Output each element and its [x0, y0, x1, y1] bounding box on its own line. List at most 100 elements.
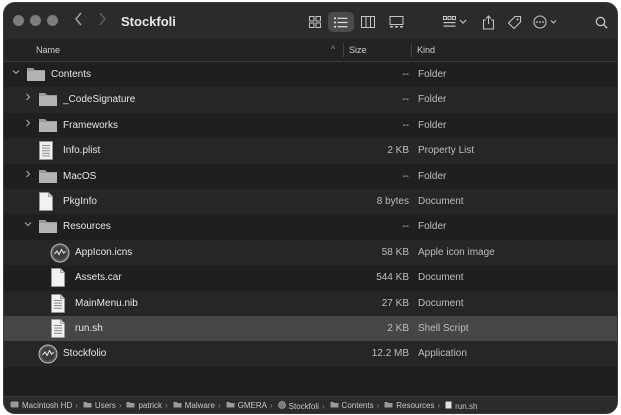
file-name: MacOS [63, 170, 97, 182]
column-view-button[interactable] [358, 12, 378, 32]
path-segment[interactable]: Resources › [384, 401, 440, 410]
path-segment-label: Macintosh HD [22, 401, 73, 410]
file-size: -- [402, 69, 409, 80]
file-row[interactable]: Assets.car 544 KB Document [4, 265, 617, 290]
folder-icon [38, 217, 58, 237]
back-button[interactable] [74, 10, 84, 33]
file-kind: Document [418, 297, 464, 309]
file-size: -- [402, 170, 409, 182]
file-row[interactable]: run.sh 2 KB Shell Script [4, 315, 617, 342]
forward-button[interactable] [97, 10, 107, 33]
path-segment[interactable]: Macintosh HD › [10, 401, 78, 410]
minimize-window-button[interactable] [30, 15, 41, 26]
document-icon [38, 192, 54, 214]
disclosure-open-icon[interactable] [24, 220, 32, 231]
folder-icon [384, 401, 393, 410]
path-separator-icon: › [321, 401, 325, 411]
file-kind: Document [418, 195, 464, 207]
chevron-right-icon [99, 12, 107, 26]
icon-view-button[interactable] [305, 12, 325, 32]
kind-column-header[interactable]: Kind [417, 45, 435, 55]
file-size: -- [402, 94, 409, 106]
file-row[interactable]: MainMenu.nib 27 KB Document [4, 290, 617, 316]
document-icon [445, 401, 452, 411]
share-button[interactable] [479, 12, 497, 32]
gallery-view-icon [389, 16, 403, 28]
file-kind: Application [418, 348, 467, 360]
column-divider[interactable] [343, 43, 344, 57]
disclosure-closed-icon[interactable] [24, 93, 32, 104]
path-separator-icon: › [217, 401, 221, 410]
list-view-button[interactable] [328, 12, 354, 32]
close-window-button[interactable] [13, 15, 24, 26]
sort-ascending-icon[interactable]: ^ [331, 44, 335, 54]
app-icon [38, 344, 58, 367]
file-size: 2 KB [387, 145, 409, 157]
disclosure-open-icon[interactable] [12, 68, 20, 79]
path-segment[interactable]: Malware › [173, 401, 221, 410]
file-row[interactable]: _CodeSignature -- Folder [4, 87, 617, 113]
path-bar: Macintosh HD › Users › patrick › Malware › GMERA… [4, 396, 617, 413]
more-actions-button[interactable] [532, 12, 562, 32]
folder-icon [226, 401, 235, 410]
finder-window: Stockfoli Name ^ Size Kind Contents -- F… [4, 3, 617, 413]
path-segment-label: Stockfoli [288, 401, 319, 411]
path-segment[interactable]: Stockfoli › [277, 401, 325, 411]
path-segment[interactable]: Users › [83, 401, 122, 410]
disk-icon [10, 401, 19, 410]
path-segment[interactable]: run.sh [445, 401, 477, 411]
file-row[interactable]: Resources -- Folder [4, 214, 617, 239]
file-name: Stockfolio [63, 348, 107, 360]
file-row[interactable]: Frameworks -- Folder [4, 113, 617, 138]
file-row[interactable]: Stockfolio 12.2 MB Application [4, 341, 617, 367]
file-size: 2 KB [387, 322, 409, 334]
window-title: Stockfoli [121, 14, 176, 29]
column-view-icon [361, 16, 375, 28]
gallery-view-button[interactable] [385, 12, 407, 32]
size-column-header[interactable]: Size [349, 45, 367, 55]
folder-icon [38, 167, 58, 187]
file-list: Contents -- Folder _CodeSignature -- Folder Fr… [4, 62, 617, 367]
file-size: -- [402, 119, 409, 131]
zoom-window-button[interactable] [47, 15, 58, 26]
more-icon [533, 15, 557, 29]
path-segment-label: Malware [184, 401, 215, 410]
name-column-header[interactable]: Name [36, 45, 60, 55]
file-kind: Folder [418, 221, 447, 233]
file-name: Resources [63, 221, 111, 233]
file-row[interactable]: Contents -- Folder [4, 62, 617, 87]
list-view-icon [334, 17, 348, 27]
file-name: MainMenu.nib [75, 297, 138, 309]
property-list-icon [38, 141, 54, 163]
group-button[interactable] [442, 12, 470, 32]
path-separator-icon: › [118, 401, 122, 410]
folder-icon [38, 116, 58, 136]
path-segment-label: patrick [138, 401, 163, 410]
file-name: PkgInfo [63, 195, 97, 207]
path-segment[interactable]: patrick › [126, 401, 168, 410]
disclosure-closed-icon[interactable] [24, 170, 32, 181]
folder-icon [83, 401, 92, 410]
file-size: -- [402, 221, 409, 233]
app-icon [277, 401, 286, 411]
folder-icon [26, 65, 46, 85]
file-kind: Folder [418, 69, 447, 80]
path-segment[interactable]: Contents › [330, 401, 379, 410]
path-segment[interactable]: GMERA › [226, 401, 273, 410]
file-size: 58 KB [381, 246, 409, 258]
app-icon [50, 243, 70, 266]
file-row[interactable]: PkgInfo 8 bytes Document [4, 188, 617, 215]
column-header: Name ^ Size Kind [4, 39, 617, 62]
search-button[interactable] [593, 12, 609, 32]
file-kind: Document [418, 272, 464, 284]
file-row[interactable]: AppIcon.icns 58 KB Apple icon image [4, 239, 617, 266]
tag-button[interactable] [504, 12, 524, 32]
chevron-left-icon [74, 12, 82, 26]
column-divider[interactable] [411, 43, 412, 57]
icon-view-icon [309, 16, 321, 28]
file-row[interactable]: Info.plist 2 KB Property List [4, 138, 617, 164]
disclosure-closed-icon[interactable] [24, 119, 32, 130]
tag-icon [507, 15, 521, 29]
file-row[interactable]: MacOS -- Folder [4, 164, 617, 189]
file-size: 12.2 MB [371, 348, 409, 360]
